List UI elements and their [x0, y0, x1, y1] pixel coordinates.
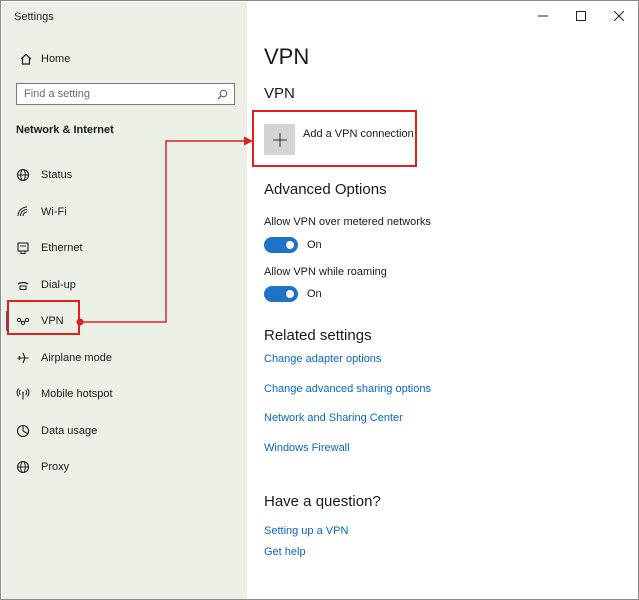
toggle-knob	[286, 290, 294, 298]
change-adapter-options-link[interactable]: Change adapter options	[264, 353, 381, 365]
minimize-button[interactable]	[524, 2, 562, 30]
metered-option-label: Allow VPN over metered networks	[264, 216, 431, 228]
sidebar-item-wifi[interactable]: Wi-Fi	[2, 194, 247, 231]
roaming-toggle-state: On	[307, 288, 322, 300]
metered-toggle-state: On	[307, 239, 322, 251]
ethernet-icon	[14, 239, 32, 257]
close-button[interactable]	[600, 2, 638, 30]
vpn-heading: VPN	[264, 85, 295, 102]
sidebar-item-ethernet[interactable]: Ethernet	[2, 230, 247, 267]
metered-toggle[interactable]	[264, 237, 298, 253]
roaming-toggle[interactable]	[264, 286, 298, 302]
sidebar-item-mobile-hotspot[interactable]: Mobile hotspot	[2, 376, 247, 413]
sidebar-item-data-usage[interactable]: Data usage	[2, 413, 247, 450]
sidebar-item-dialup[interactable]: Dial-up	[2, 267, 247, 304]
sidebar-item-status[interactable]: Status	[2, 157, 247, 194]
windows-firewall-link[interactable]: Windows Firewall	[264, 442, 350, 454]
airplane-icon	[14, 349, 32, 367]
data-usage-icon	[14, 422, 32, 440]
sidebar-item-label: Proxy	[41, 461, 70, 474]
search-box[interactable]	[16, 83, 235, 105]
search-icon[interactable]	[215, 87, 229, 101]
settings-window: Settings Home Network & Internet Status	[0, 0, 639, 600]
sidebar-item-label: Data usage	[41, 424, 98, 437]
app-title: Settings	[14, 11, 54, 23]
globe-status-icon	[14, 166, 32, 184]
search-input[interactable]	[17, 85, 207, 103]
page-title: VPN	[264, 44, 310, 69]
wifi-icon	[14, 203, 32, 221]
home-button[interactable]: Home	[10, 48, 240, 70]
sidebar-item-label: Airplane mode	[41, 351, 112, 364]
maximize-icon	[576, 11, 586, 21]
sidebar-item-proxy[interactable]: Proxy	[2, 449, 247, 486]
network-sharing-center-link[interactable]: Network and Sharing Center	[264, 412, 403, 424]
home-icon	[15, 52, 37, 66]
main-content: VPN VPN Add a VPN connection Advanced Op…	[247, 2, 638, 599]
home-label: Home	[41, 53, 71, 65]
sidebar-item-label: Wi-Fi	[41, 205, 67, 218]
dialup-icon	[14, 276, 32, 294]
section-title: Network & Internet	[16, 124, 114, 136]
advanced-options-heading: Advanced Options	[264, 181, 387, 198]
sidebar-item-label: Mobile hotspot	[41, 388, 113, 401]
change-advanced-sharing-link[interactable]: Change advanced sharing options	[264, 383, 431, 395]
related-settings-heading: Related settings	[264, 327, 372, 344]
close-icon	[614, 11, 624, 21]
hotspot-icon	[14, 385, 32, 403]
sidebar-item-label: Dial-up	[41, 278, 76, 291]
toggle-knob	[286, 241, 294, 249]
minimize-icon	[538, 15, 548, 17]
vpn-highlight-box	[7, 300, 80, 335]
add-vpn-highlight-box	[252, 110, 417, 167]
window-controls	[524, 2, 638, 30]
roaming-option-label: Allow VPN while roaming	[264, 266, 387, 278]
have-a-question-heading: Have a question?	[264, 493, 381, 510]
get-help-link[interactable]: Get help	[264, 546, 306, 558]
maximize-button[interactable]	[562, 2, 600, 30]
sidebar-item-label: Ethernet	[41, 242, 83, 255]
globe-icon	[14, 458, 32, 476]
sidebar-item-label: Status	[41, 169, 73, 182]
sidebar-item-airplane-mode[interactable]: Airplane mode	[2, 340, 247, 377]
setting-up-vpn-link[interactable]: Setting up a VPN	[264, 525, 348, 537]
